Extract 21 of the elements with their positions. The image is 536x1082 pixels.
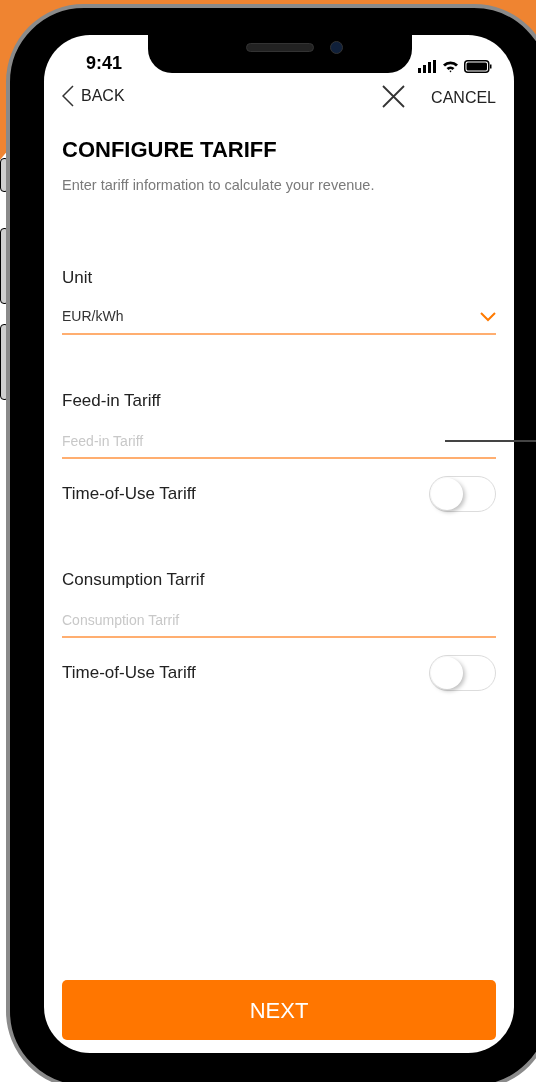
close-button[interactable] [382,84,406,108]
back-button[interactable]: BACK [62,84,125,108]
field-label: Feed-in Tariff [62,390,162,412]
field-label: Unit [62,267,94,289]
page-title: CONFIGURE TARIFF [62,136,278,164]
toggle-label: Time-of-Use Tariff [62,483,196,506]
unit-dropdown[interactable]: EUR/kWh [62,300,496,335]
close-icon [382,84,406,108]
field-label: Consumption Tarrif [62,569,206,591]
chevron-down-icon [480,311,496,322]
toggle-switch[interactable] [429,655,496,691]
toggle-switch[interactable] [429,476,496,512]
status-time: 9:41 [86,52,123,75]
page-subtitle: Enter tariff information to calculate your revenue. [62,176,376,195]
toggle-label: Time-of-Use Tariff [62,662,196,685]
battery-icon [464,60,492,73]
signal-icon [418,60,437,73]
wifi-icon [442,60,459,73]
speaker [246,43,314,52]
cancel-button[interactable]: CANCEL [431,82,496,110]
chevron-left-icon [62,85,74,107]
